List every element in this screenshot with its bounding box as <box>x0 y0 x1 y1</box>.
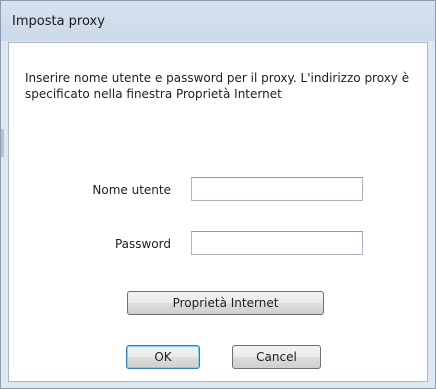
instructions-text: Inserire nome utente e password per il p… <box>25 71 410 101</box>
ok-button[interactable]: OK <box>126 345 200 369</box>
cancel-button[interactable]: Cancel <box>232 345 321 369</box>
username-label: Nome utente <box>92 183 171 197</box>
window-title: Imposta proxy <box>12 14 105 29</box>
internet-properties-button[interactable]: Proprietà Internet <box>127 291 324 315</box>
username-field[interactable] <box>191 177 363 201</box>
password-label: Password <box>114 237 171 251</box>
title-bar[interactable]: Imposta proxy <box>1 1 435 41</box>
password-field[interactable] <box>191 231 363 255</box>
resize-handle[interactable] <box>1 129 4 157</box>
dialog-content: Inserire nome utente e password per il p… <box>8 42 428 382</box>
proxy-dialog-window: Imposta proxy Inserire nome utente e pas… <box>0 0 436 389</box>
